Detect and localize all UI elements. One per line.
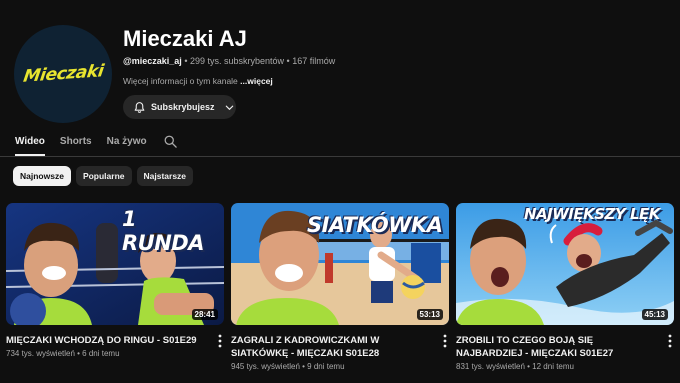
- channel-description[interactable]: Więcej informacji o tym kanale ...więcej: [123, 76, 273, 86]
- more-vert-icon[interactable]: [216, 334, 224, 348]
- channel-logo-text: Mieczaki: [21, 61, 105, 87]
- video-title-1[interactable]: MIĘCZAKI WCHODZĄ DO RINGU - S01E29: [6, 334, 206, 347]
- thumbnail-caption-2: SIATKÓWKA: [307, 213, 443, 237]
- sort-chips: Najnowsze Popularne Najstarsze: [13, 166, 194, 186]
- video-thumbnail-3[interactable]: NAJWIĘKSZY LĘK 45:13: [456, 203, 674, 325]
- more-vert-icon[interactable]: [666, 334, 674, 348]
- chip-popularne[interactable]: Popularne: [75, 166, 132, 186]
- channel-meta: @mieczaki_aj • 299 tys. subskrybentów • …: [123, 56, 336, 66]
- channel-handle: @mieczaki_aj: [123, 56, 182, 66]
- video-title-3[interactable]: ZROBILI TO CZEGO BOJĄ SIĘ NAJBARDZIEJ - …: [456, 334, 656, 360]
- tab-shorts[interactable]: Shorts: [60, 131, 92, 156]
- subscribe-button[interactable]: Subskrybujesz: [123, 95, 236, 119]
- search-icon[interactable]: [163, 134, 178, 149]
- video-card-1: 1 RUNDA 28:41 MIĘCZAKI WCHODZĄ DO RINGU …: [6, 203, 224, 358]
- video-title-2[interactable]: ZAGRALI Z KADROWICZKAMI W SIATKÓWKĘ - MI…: [231, 334, 431, 360]
- video-stats-1: 734 tys. wyświetleń • 6 dni temu: [6, 349, 120, 358]
- more-link[interactable]: ...więcej: [240, 76, 273, 86]
- more-vert-icon[interactable]: [441, 334, 449, 348]
- video-duration-1: 28:41: [191, 309, 218, 320]
- tabs-divider: [0, 156, 680, 157]
- video-card-3: NAJWIĘKSZY LĘK 45:13 ZROBILI TO CZEGO BO…: [456, 203, 674, 371]
- tab-wideo[interactable]: Wideo: [15, 131, 45, 156]
- channel-tabs: Wideo Shorts Na żywo: [15, 131, 162, 156]
- video-card-2: SIATKÓWKA 53:13 ZAGRALI Z KADROWICZKAMI …: [231, 203, 449, 371]
- subscribe-label: Subskrybujesz: [151, 102, 215, 112]
- thumbnail-caption-1: 1 RUNDA: [122, 207, 204, 255]
- chip-najnowsze[interactable]: Najnowsze: [13, 166, 71, 186]
- video-count: 167 filmów: [292, 56, 336, 66]
- chevron-down-icon: [225, 105, 233, 110]
- channel-name: Mieczaki AJ: [123, 26, 247, 51]
- video-duration-2: 53:13: [416, 309, 443, 320]
- subscriber-count: 299 tys. subskrybentów: [189, 56, 285, 66]
- bell-icon: [134, 101, 145, 113]
- video-thumbnail-2[interactable]: SIATKÓWKA 53:13: [231, 203, 449, 325]
- video-duration-3: 45:13: [641, 309, 668, 320]
- channel-avatar[interactable]: Mieczaki: [14, 25, 112, 123]
- chip-najstarsze[interactable]: Najstarsze: [136, 166, 194, 186]
- tab-na-zywo[interactable]: Na żywo: [107, 131, 147, 156]
- video-stats-3: 831 tys. wyświetleń • 12 dni temu: [456, 362, 574, 371]
- video-thumbnail-1[interactable]: 1 RUNDA 28:41: [6, 203, 224, 325]
- video-stats-2: 945 tys. wyświetleń • 9 dni temu: [231, 362, 345, 371]
- thumbnail-caption-3: NAJWIĘKSZY LĘK: [524, 205, 660, 223]
